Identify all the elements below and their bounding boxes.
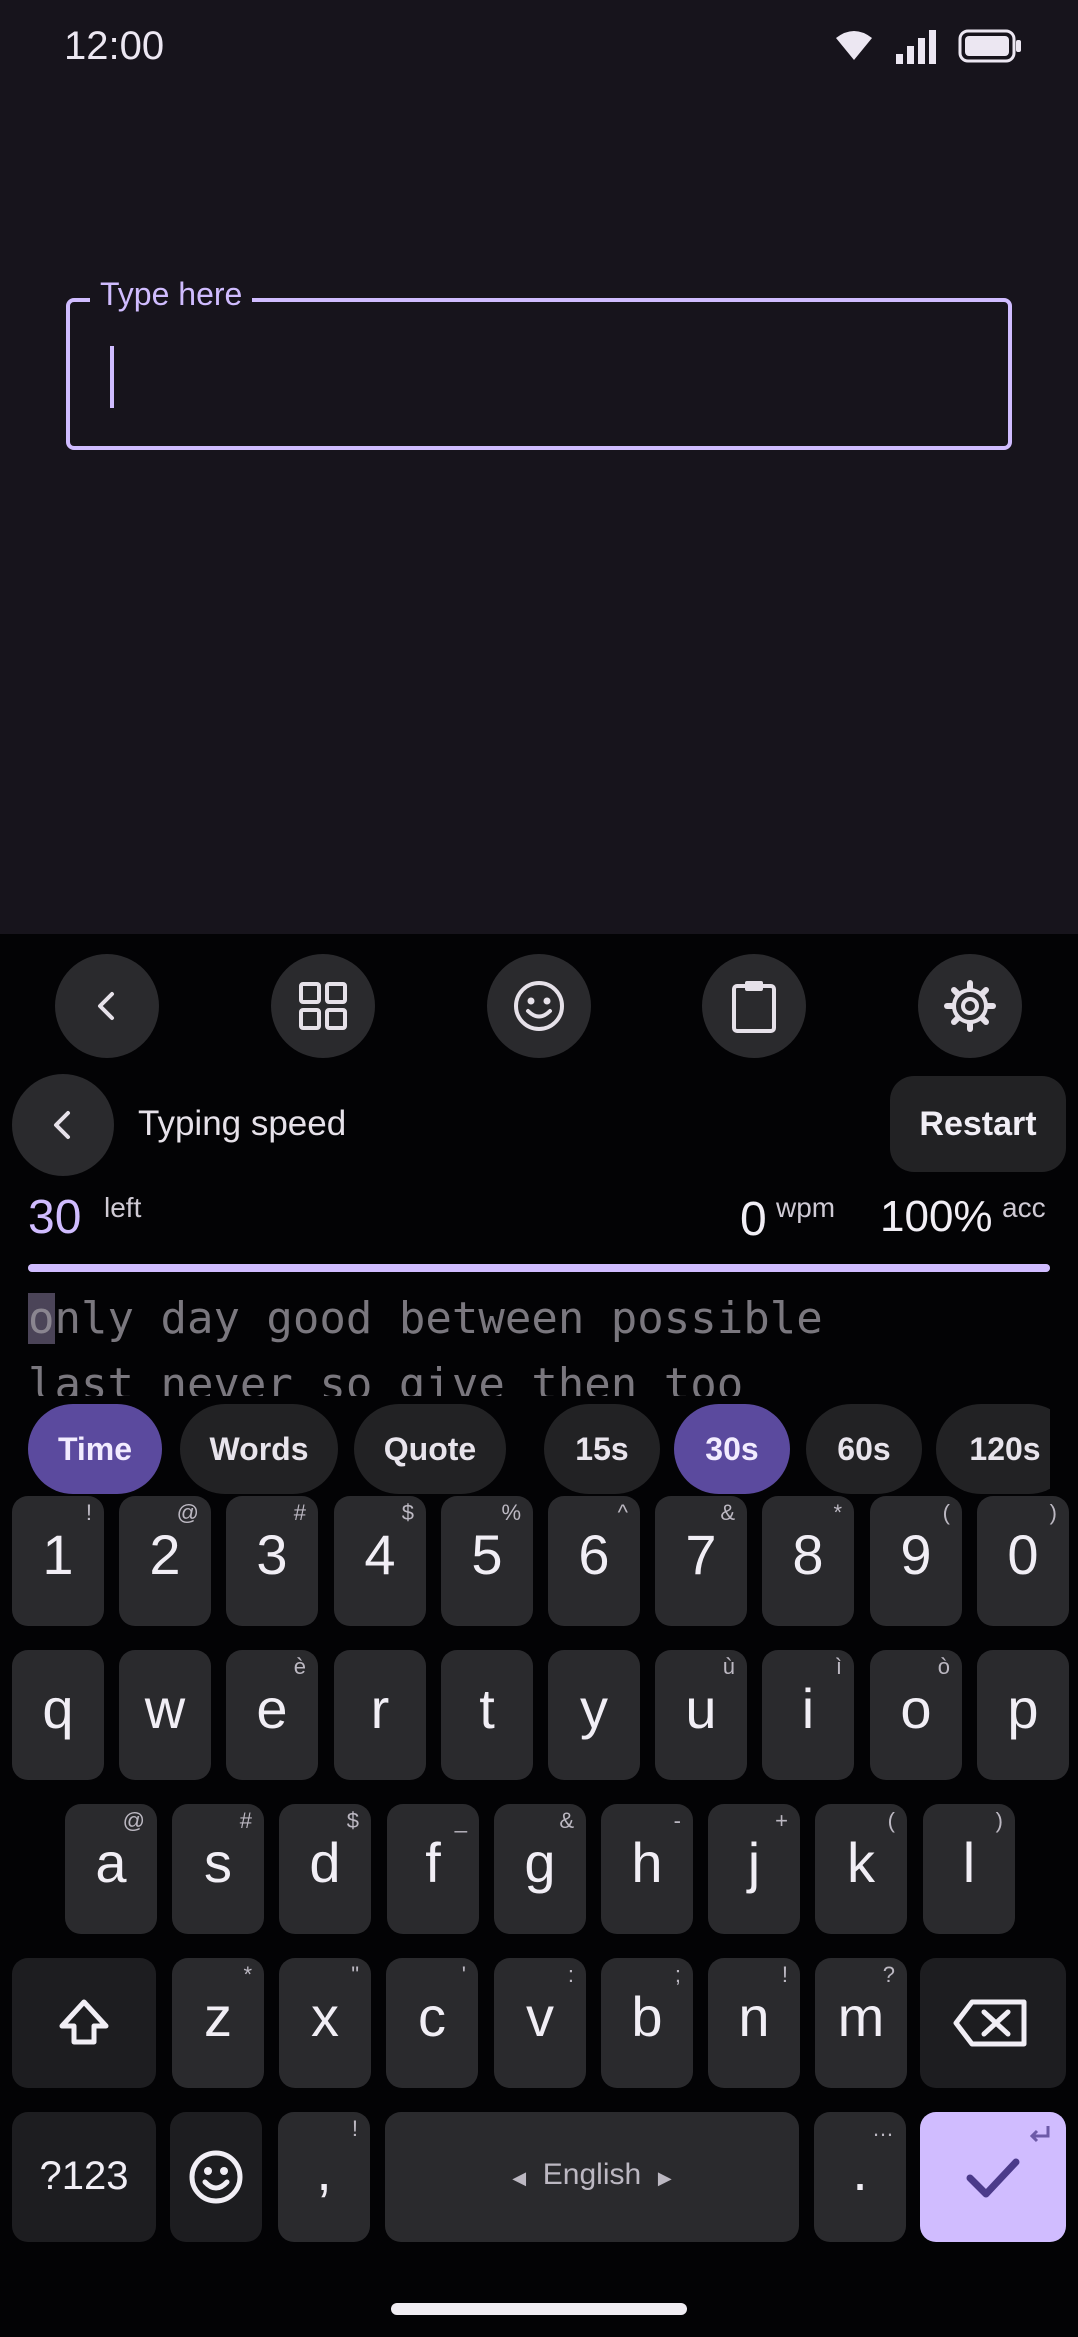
gesture-nav-handle[interactable] bbox=[391, 2303, 687, 2315]
time-left-value: 30 bbox=[28, 1191, 82, 1244]
keyboard: Typing speed Restart 30 left 0 wpm 100% … bbox=[0, 934, 1078, 2337]
status-time: 12:00 bbox=[64, 24, 165, 68]
wifi-icon bbox=[836, 31, 872, 60]
typing-speed-title: Typing speed bbox=[138, 1104, 347, 1143]
gear-icon bbox=[944, 980, 996, 1032]
key-b[interactable]: ; b bbox=[601, 1958, 693, 2088]
status-bar: 12:00 bbox=[0, 0, 1078, 96]
key-a[interactable]: @ a bbox=[65, 1804, 157, 1934]
arrow-right-icon: ▶ bbox=[657, 2168, 672, 2188]
key-8[interactable]: * 8 bbox=[762, 1496, 854, 1626]
key-6[interactable]: ^ 6 bbox=[548, 1496, 640, 1626]
key-f[interactable]: _ f bbox=[387, 1804, 479, 1934]
key-9[interactable]: (9 bbox=[870, 1496, 962, 1626]
apps-button[interactable] bbox=[271, 954, 375, 1058]
emoji-key[interactable] bbox=[170, 2112, 262, 2242]
back-button[interactable] bbox=[12, 1074, 114, 1176]
symbols-key[interactable]: ?123 bbox=[12, 2112, 156, 2242]
period-key[interactable]: … . bbox=[814, 2112, 906, 2242]
shift-icon bbox=[59, 1999, 109, 2045]
chip-words[interactable]: Words bbox=[180, 1404, 338, 1494]
key-v[interactable]: :v bbox=[494, 1958, 586, 2088]
key-4[interactable]: $4 bbox=[334, 1496, 426, 1626]
emoji-button[interactable] bbox=[487, 954, 591, 1058]
key-e[interactable]: èe bbox=[226, 1650, 318, 1780]
key-w[interactable]: w bbox=[119, 1650, 211, 1780]
key-o[interactable]: òo bbox=[870, 1650, 962, 1780]
type-here-field[interactable]: Type here bbox=[66, 276, 1012, 450]
word-prompt: only day good between possible last neve… bbox=[28, 1286, 1050, 1396]
key-m[interactable]: ? m bbox=[815, 1958, 907, 2088]
chip-15s[interactable]: 15s bbox=[544, 1404, 660, 1494]
key-1[interactable]: ! 1 bbox=[12, 1496, 104, 1626]
accuracy-unit: acc bbox=[1002, 1192, 1046, 1223]
key-t[interactable]: t bbox=[441, 1650, 533, 1780]
time-progress-bar bbox=[28, 1264, 1050, 1272]
chip-120s[interactable]: 120s bbox=[936, 1404, 1050, 1494]
space-language-label: English bbox=[542, 2158, 642, 2191]
key-3[interactable]: #3 bbox=[226, 1496, 318, 1626]
collapse-toolbar-button[interactable] bbox=[55, 954, 159, 1058]
key-p[interactable]: p bbox=[977, 1650, 1069, 1780]
restart-button[interactable]: Restart bbox=[890, 1076, 1066, 1172]
emoji-icon bbox=[514, 981, 564, 1031]
key-u[interactable]: ùu bbox=[655, 1650, 747, 1780]
signal-icon bbox=[896, 30, 936, 64]
key-d[interactable]: $ d bbox=[279, 1804, 371, 1934]
key-c[interactable]: ' c bbox=[386, 1958, 478, 2088]
battery-icon bbox=[958, 29, 1021, 63]
settings-button[interactable] bbox=[918, 954, 1022, 1058]
status-icons bbox=[834, 28, 1022, 64]
key-h[interactable]: -h bbox=[601, 1804, 693, 1934]
current-char: o bbox=[28, 1293, 55, 1344]
done-key[interactable] bbox=[920, 2112, 1066, 2242]
chip-60s[interactable]: 60s bbox=[806, 1404, 922, 1494]
clipboard-button[interactable] bbox=[702, 954, 806, 1058]
word-line-2: last never so give then too bbox=[28, 1359, 744, 1396]
time-progress-fill bbox=[28, 1264, 1050, 1272]
word-line-1-text: nly day good between possible bbox=[54, 1293, 823, 1344]
key-j[interactable]: + j bbox=[708, 1804, 800, 1934]
key-s[interactable]: # s bbox=[172, 1804, 264, 1934]
chevron-left-icon bbox=[98, 992, 114, 1020]
key-r[interactable]: r bbox=[334, 1650, 426, 1780]
emoji-icon bbox=[189, 2150, 243, 2204]
backspace-icon bbox=[953, 1999, 1027, 2047]
key-k[interactable]: (k bbox=[815, 1804, 907, 1934]
typing-input[interactable] bbox=[70, 302, 1008, 446]
key-5[interactable]: % 5 bbox=[441, 1496, 533, 1626]
key-x[interactable]: " x bbox=[279, 1958, 371, 2088]
key-g[interactable]: & g bbox=[494, 1804, 586, 1934]
grid-icon bbox=[299, 982, 347, 1030]
key-q[interactable]: q bbox=[12, 1650, 104, 1780]
key-0[interactable]: ) 0 bbox=[977, 1496, 1069, 1626]
chevron-left-icon bbox=[54, 1111, 70, 1139]
key-2[interactable]: @2 bbox=[119, 1496, 211, 1626]
key-z[interactable]: * z bbox=[172, 1958, 264, 2088]
clipboard-icon bbox=[732, 981, 776, 1033]
key-i[interactable]: ìi bbox=[762, 1650, 854, 1780]
word-line-1: only day good between possible bbox=[28, 1286, 1050, 1352]
time-left-unit: left bbox=[104, 1192, 142, 1223]
typing-speed-header: Typing speed Restart bbox=[0, 1070, 1078, 1180]
comma-key[interactable]: ! , bbox=[278, 2112, 370, 2242]
wpm-value: 0 bbox=[740, 1193, 767, 1246]
chip-time[interactable]: Time bbox=[28, 1404, 162, 1494]
chip-quote[interactable]: Quote bbox=[354, 1404, 506, 1494]
accuracy-value: 100% bbox=[880, 1192, 993, 1241]
keyboard-toolbar bbox=[0, 934, 1078, 1074]
typing-stats: 30 left 0 wpm 100% acc bbox=[0, 1190, 1078, 1250]
key-7[interactable]: & 7 bbox=[655, 1496, 747, 1626]
key-l[interactable]: ) l bbox=[923, 1804, 1015, 1934]
arrow-left-icon: ◀ bbox=[512, 2168, 527, 2188]
backspace-key[interactable] bbox=[920, 1958, 1066, 2088]
mode-chips: Time Words Quote 15s 30s 60s 120s bbox=[28, 1394, 1050, 1494]
chip-30s[interactable]: 30s bbox=[674, 1404, 790, 1494]
check-icon bbox=[966, 2126, 1050, 2198]
space-key[interactable]: ◀ English ▶ bbox=[385, 2112, 799, 2242]
key-n[interactable]: ! n bbox=[708, 1958, 800, 2088]
key-y[interactable]: y bbox=[548, 1650, 640, 1780]
shift-key[interactable] bbox=[12, 1958, 156, 2088]
wpm-unit: wpm bbox=[776, 1192, 836, 1223]
